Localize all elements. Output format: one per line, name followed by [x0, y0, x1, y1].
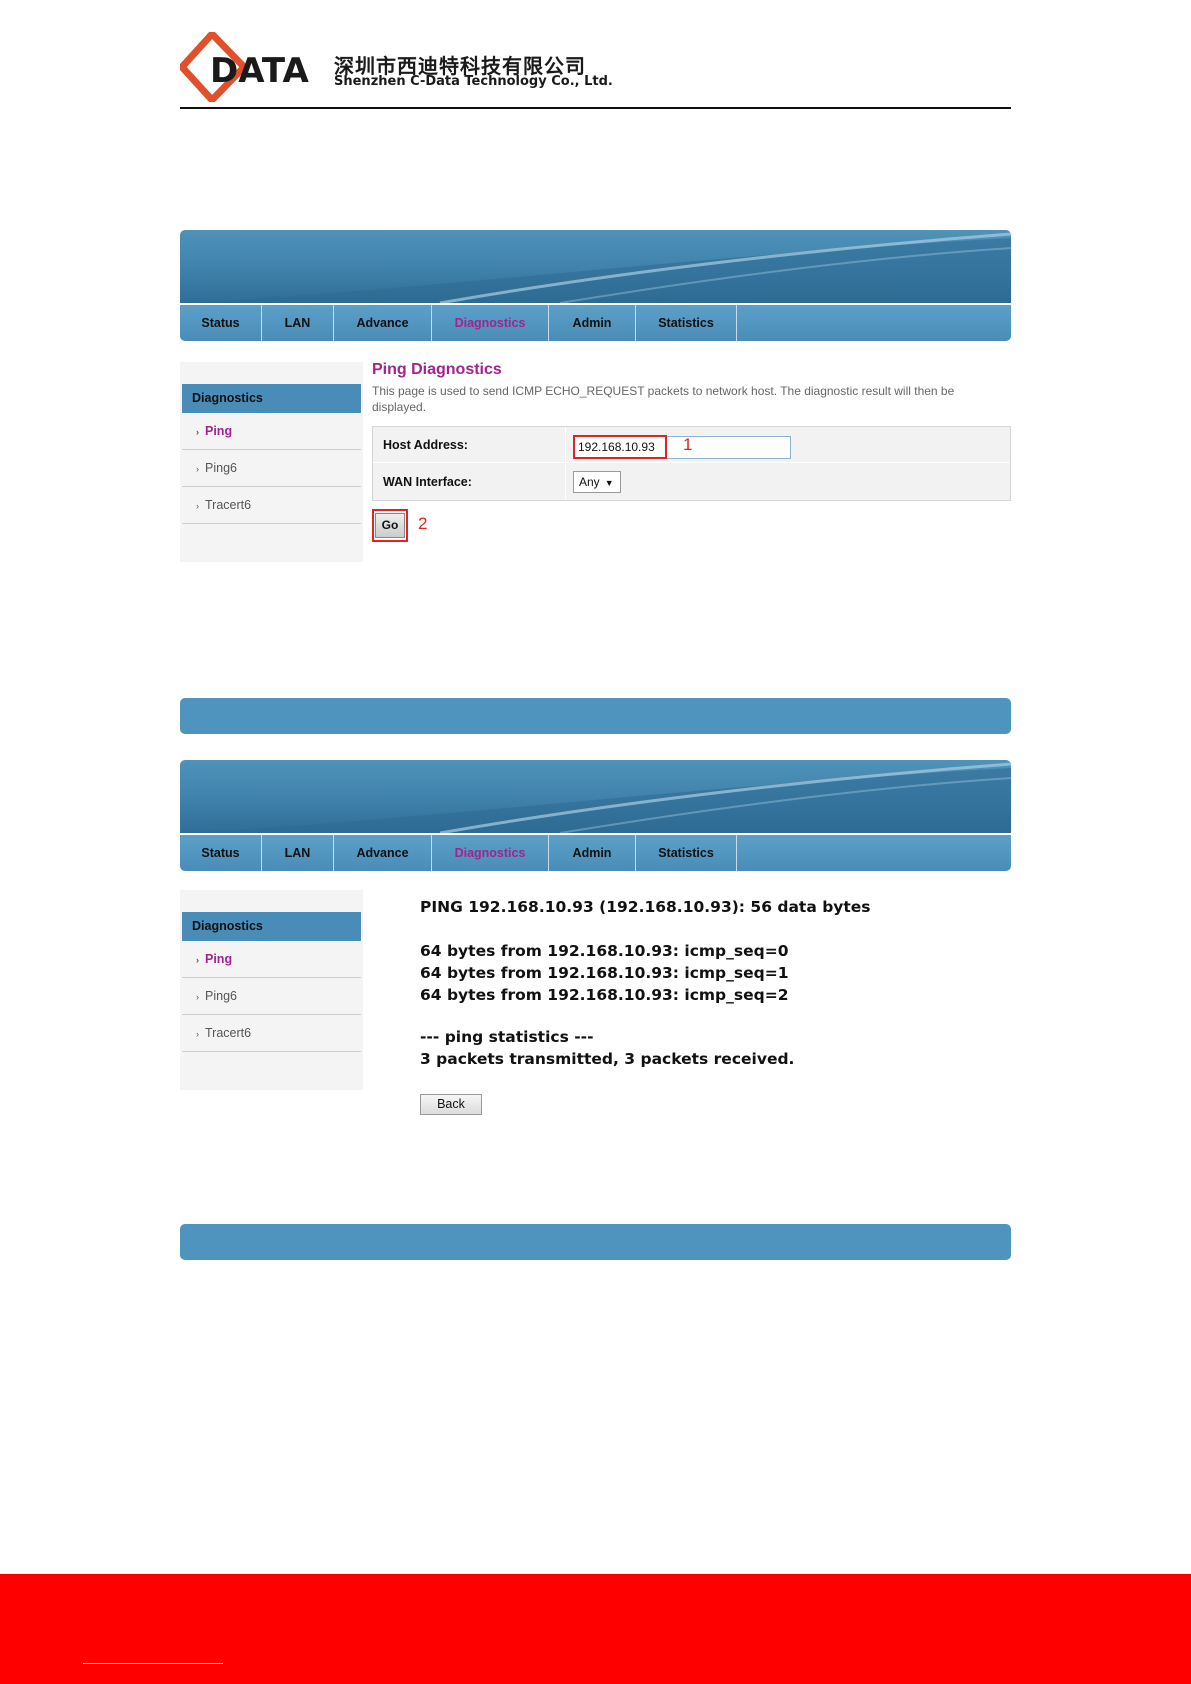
company-name-english: Shenzhen C-Data Technology Co., Ltd. [334, 74, 613, 89]
sidebar-item-label: Tracert6 [205, 498, 252, 512]
tab-status[interactable]: Status [180, 305, 262, 341]
main-nav: Status LAN Advance Diagnostics Admin Sta… [180, 305, 1011, 341]
sidebar-item-ping6[interactable]: › Ping6 [182, 978, 361, 1015]
ping-header-line: PING 192.168.10.93 (192.168.10.93): 56 d… [420, 898, 871, 916]
chevron-right-icon: › [196, 955, 199, 965]
ping-statistics-summary: 3 packets transmitted, 3 packets receive… [420, 1050, 795, 1068]
sidebar-item-label: Ping [205, 952, 233, 966]
tab-lan[interactable]: LAN [262, 835, 334, 871]
tab-statistics[interactable]: Statistics [636, 835, 737, 871]
sidebar-item-label: Ping6 [205, 989, 237, 1003]
page-description: This page is used to send ICMP ECHO_REQU… [372, 384, 955, 414]
page-title: Ping Diagnostics [372, 361, 502, 378]
sidebar-item-label: Ping6 [205, 461, 237, 475]
ping-form-screenshot: Status LAN Advance Diagnostics Admin Sta… [180, 230, 1011, 562]
ping-reply-line: 64 bytes from 192.168.10.93: icmp_seq=1 [420, 964, 789, 982]
chevron-right-icon: › [196, 427, 199, 437]
caret-down-icon: ▼ [604, 478, 614, 488]
sidebar-item-tracert6[interactable]: › Tracert6 [182, 487, 361, 524]
wan-interface-label: WAN Interface: [383, 475, 472, 489]
sidebar-title: Diagnostics [182, 384, 361, 413]
footer-underline [83, 1663, 223, 1664]
sidebar-title: Diagnostics [182, 912, 361, 941]
tab-advance[interactable]: Advance [334, 835, 432, 871]
router-banner [180, 760, 1011, 833]
tab-diagnostics[interactable]: Diagnostics [432, 835, 549, 871]
sidebar-item-ping[interactable]: › Ping [182, 413, 361, 450]
callout-box-host [573, 435, 667, 459]
footer-bar [180, 1224, 1011, 1260]
sidebar-item-ping[interactable]: › Ping [182, 941, 361, 978]
ping-statistics-header: --- ping statistics --- [420, 1028, 594, 1046]
ping-result-screenshot: Status LAN Advance Diagnostics Admin Sta… [180, 760, 1011, 1115]
sidebar-item-ping6[interactable]: › Ping6 [182, 450, 361, 487]
ping-form-table: Host Address: 192.168.10.93 1 WAN Interf… [372, 426, 1011, 501]
chevron-right-icon: › [196, 464, 199, 474]
wan-interface-row: WAN Interface: Any ▼ [373, 464, 1010, 500]
host-address-row: Host Address: 192.168.10.93 1 [373, 427, 1010, 463]
tab-admin[interactable]: Admin [549, 835, 636, 871]
chevron-right-icon: › [196, 1029, 199, 1039]
tab-advance[interactable]: Advance [334, 305, 432, 341]
chevron-right-icon: › [196, 992, 199, 1002]
banner-swoosh [180, 232, 1011, 303]
callout-number: 1 [683, 435, 693, 454]
tab-diagnostics[interactable]: Diagnostics [432, 305, 549, 341]
ping-reply-line: 64 bytes from 192.168.10.93: icmp_seq=0 [420, 942, 789, 960]
footer-bar [180, 698, 1011, 734]
wan-interface-select[interactable]: Any ▼ [573, 471, 621, 493]
chevron-right-icon: › [196, 501, 199, 511]
tab-lan[interactable]: LAN [262, 305, 334, 341]
host-address-label: Host Address: [383, 438, 468, 452]
logo-wordmark: DATA [210, 51, 309, 91]
sidebar-item-label: Ping [205, 424, 233, 438]
sidebar-item-label: Tracert6 [205, 1026, 252, 1040]
callout-number: 2 [418, 514, 428, 533]
c-data-logo: DATA [180, 32, 309, 102]
wan-interface-value: Any [579, 475, 600, 489]
sidebar-item-tracert6[interactable]: › Tracert6 [182, 1015, 361, 1052]
sidebar: Diagnostics › Ping › Ping6 › Tracert6 [180, 890, 363, 1090]
main-nav: Status LAN Advance Diagnostics Admin Sta… [180, 835, 1011, 871]
document-header: DATA 深圳市西迪特科技有限公司 Shenzhen C-Data Techno… [180, 30, 1010, 110]
page-footer [0, 1574, 1191, 1684]
header-divider [180, 107, 1011, 109]
banner-swoosh [180, 762, 1011, 833]
tab-status[interactable]: Status [180, 835, 262, 871]
tab-admin[interactable]: Admin [549, 305, 636, 341]
tab-statistics[interactable]: Statistics [636, 305, 737, 341]
ping-reply-line: 64 bytes from 192.168.10.93: icmp_seq=2 [420, 986, 789, 1004]
router-banner [180, 230, 1011, 303]
sidebar: Diagnostics › Ping › Ping6 › Tracert6 [180, 362, 363, 562]
callout-box-go [372, 509, 408, 542]
back-button[interactable]: Back [420, 1094, 482, 1115]
